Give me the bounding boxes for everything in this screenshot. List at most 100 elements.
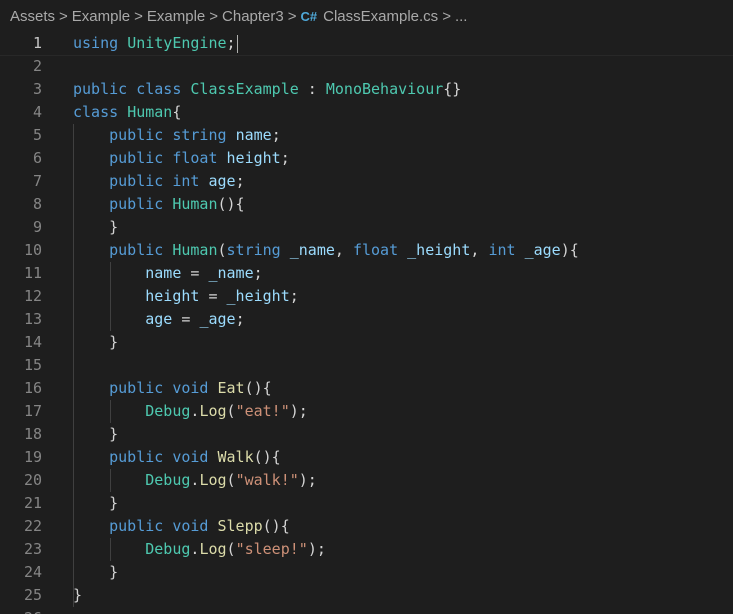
code-token: Log xyxy=(199,471,227,489)
code-token: float xyxy=(172,149,218,167)
line-number: 17 xyxy=(23,402,42,420)
code-line[interactable]: 26 xyxy=(0,607,733,614)
code-line[interactable]: 5 public string name; xyxy=(0,124,733,147)
code-line[interactable]: 10 public Human(string _name, float _hei… xyxy=(0,239,733,262)
code-token: Slepp xyxy=(217,517,263,535)
code-token: ; xyxy=(271,126,281,144)
chevron-right-icon: > xyxy=(287,7,297,25)
code-line[interactable]: 3 public class ClassExample : MonoBehavio… xyxy=(0,78,733,101)
line-number: 25 xyxy=(23,586,42,604)
code-text: using UnityEngine; xyxy=(73,32,238,55)
code-line[interactable]: 2 xyxy=(0,55,733,78)
code-token: } xyxy=(73,333,119,351)
code-token: = xyxy=(181,264,209,282)
code-line[interactable]: 9 } xyxy=(0,216,733,239)
breadcrumb-item-example-sub[interactable]: Example xyxy=(147,8,205,25)
code-token: public xyxy=(109,172,164,190)
code-token: public xyxy=(109,448,164,466)
code-line[interactable]: 21 } xyxy=(0,492,733,515)
code-token: _age xyxy=(199,310,236,328)
code-token: Human xyxy=(172,195,218,213)
indent-guide xyxy=(110,400,111,423)
code-text: public Human(){ xyxy=(73,193,244,216)
code-token: ); xyxy=(307,540,326,558)
code-text: } xyxy=(73,423,118,446)
code-token: } xyxy=(73,494,119,512)
line-number: 8 xyxy=(32,195,42,213)
code-token: (){ xyxy=(244,379,272,397)
code-token: ; xyxy=(226,34,236,52)
code-token: void xyxy=(172,517,209,535)
code-token: ClassExample xyxy=(190,80,299,98)
code-token: } xyxy=(73,425,119,443)
code-token: } xyxy=(73,218,119,236)
code-token: {} xyxy=(443,80,462,98)
code-token: MonoBehaviour xyxy=(325,80,444,98)
line-number: 16 xyxy=(23,379,42,397)
code-line[interactable]: 7 public int age; xyxy=(0,170,733,193)
indent-guide xyxy=(110,538,111,561)
code-line[interactable]: 16 public void Eat(){ xyxy=(0,377,733,400)
code-line[interactable]: 19 public void Walk(){ xyxy=(0,446,733,469)
chevron-right-icon: > xyxy=(209,7,219,25)
code-token: public xyxy=(109,517,164,535)
code-editor[interactable]: 1 using UnityEngine; 2 3 public class ClassE… xyxy=(0,32,733,614)
code-line[interactable]: 4 class Human{ xyxy=(0,101,733,124)
code-line[interactable]: 1 using UnityEngine; xyxy=(0,32,733,56)
line-number: 24 xyxy=(23,563,42,581)
line-number: 18 xyxy=(23,425,42,443)
line-number: 19 xyxy=(23,448,42,466)
code-line[interactable]: 25} xyxy=(0,584,733,607)
code-line[interactable]: 6 public float height; xyxy=(0,147,733,170)
code-text: name = _name; xyxy=(73,262,262,285)
code-text: height = _height; xyxy=(73,285,299,308)
code-line[interactable]: 18 } xyxy=(0,423,733,446)
code-token: ( xyxy=(226,402,236,420)
code-text: } xyxy=(73,216,118,239)
code-token: height xyxy=(226,149,281,167)
code-text: public int age; xyxy=(73,170,244,193)
code-token: Walk xyxy=(217,448,254,466)
code-token: } xyxy=(73,586,83,604)
code-text: public float height; xyxy=(73,147,290,170)
code-token: public xyxy=(109,195,164,213)
code-line[interactable]: 14 } xyxy=(0,331,733,354)
line-number: 13 xyxy=(23,310,42,328)
breadcrumb-more[interactable]: ... xyxy=(455,8,468,25)
code-text: Debug.Log("eat!"); xyxy=(73,400,308,423)
code-token: : xyxy=(298,80,326,98)
text-cursor xyxy=(236,34,238,53)
breadcrumb-item-file[interactable]: ClassExample.cs xyxy=(323,8,438,25)
code-token: age xyxy=(208,172,236,190)
code-token: name xyxy=(145,264,182,282)
breadcrumb-item-assets[interactable]: Assets xyxy=(10,8,55,25)
code-line[interactable]: 22 public void Slepp(){ xyxy=(0,515,733,538)
code-line[interactable]: 8 public Human(){ xyxy=(0,193,733,216)
code-line[interactable]: 24 } xyxy=(0,561,733,584)
line-number: 20 xyxy=(23,471,42,489)
code-line[interactable]: 15 xyxy=(0,354,733,377)
breadcrumb-item-chapter3[interactable]: Chapter3 xyxy=(222,8,284,25)
breadcrumb-item-example[interactable]: Example xyxy=(72,8,130,25)
line-number: 22 xyxy=(23,517,42,535)
code-token: (){ xyxy=(253,448,281,466)
